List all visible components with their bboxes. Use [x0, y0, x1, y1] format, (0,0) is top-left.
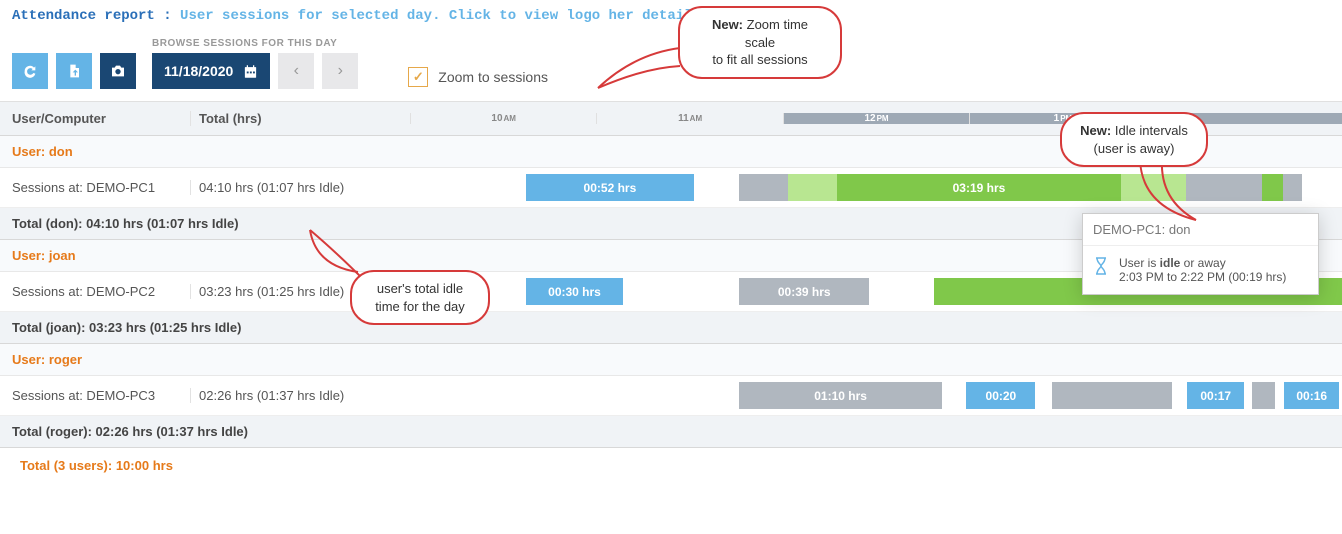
- date-picker-button[interactable]: 11/18/2020: [152, 53, 270, 89]
- hourglass-icon: [1093, 256, 1109, 284]
- hour-col: 11AM: [596, 113, 782, 124]
- user-header: User: roger: [0, 344, 1342, 376]
- session-bar[interactable]: 00:17: [1187, 382, 1244, 409]
- report-desc: User sessions for selected day. Click to…: [180, 8, 701, 24]
- refresh-button[interactable]: [12, 53, 48, 89]
- callout-zoom: New: Zoom time scale to fit all sessions: [678, 6, 842, 79]
- session-bar[interactable]: 00:30 hrs: [526, 278, 624, 305]
- session-computer: Sessions at: DEMO-PC1: [0, 180, 190, 195]
- zoom-label: Zoom to sessions: [438, 69, 548, 85]
- session-bar[interactable]: 00:16: [1284, 382, 1339, 409]
- next-day-button[interactable]: ›: [322, 53, 358, 89]
- session-bar[interactable]: [1283, 174, 1302, 201]
- refresh-icon: [22, 63, 38, 79]
- session-bar[interactable]: 01:10 hrs: [739, 382, 942, 409]
- screenshot-button[interactable]: [100, 53, 136, 89]
- check-icon: ✓: [413, 69, 424, 85]
- callout-idle: New: Idle intervals (user is away): [1060, 112, 1208, 167]
- hour-col: 12PM: [783, 113, 969, 124]
- callout-total: user's total idle time for the day: [350, 270, 490, 325]
- session-bar[interactable]: 00:20: [966, 382, 1035, 409]
- browse-label: BROWSE SESSIONS FOR THIS DAY: [152, 38, 358, 49]
- export-button[interactable]: [56, 53, 92, 89]
- user-total: Total (roger): 02:26 hrs (01:37 hrs Idle…: [0, 416, 1342, 448]
- grand-total: Total (3 users): 10:00 hrs: [0, 448, 1342, 483]
- session-total: 02:26 hrs (01:37 hrs Idle): [190, 388, 410, 403]
- tooltip-line1: User is idle or away: [1119, 256, 1286, 270]
- chevron-right-icon: ›: [338, 62, 343, 80]
- page-header: Attendance report : User sessions for se…: [0, 0, 1342, 32]
- session-bar[interactable]: [1262, 174, 1283, 201]
- col-total: Total (hrs): [190, 111, 410, 126]
- camera-icon: [110, 64, 126, 78]
- user-total: Total (joan): 03:23 hrs (01:25 hrs Idle): [0, 312, 1342, 344]
- session-timeline: 01:10 hrs 00:20 00:17 00:16: [410, 376, 1342, 415]
- session-computer: Sessions at: DEMO-PC2: [0, 284, 190, 299]
- session-bar[interactable]: 00:52 hrs: [526, 174, 695, 201]
- col-user: User/Computer: [0, 111, 190, 126]
- report-title: Attendance report :: [12, 8, 172, 24]
- file-export-icon: [66, 63, 82, 79]
- selected-date: 11/18/2020: [164, 63, 233, 79]
- session-bar[interactable]: [788, 174, 836, 201]
- session-computer: Sessions at: DEMO-PC3: [0, 388, 190, 403]
- session-bar[interactable]: [739, 174, 788, 201]
- session-bar[interactable]: 03:19 hrs: [837, 174, 1121, 201]
- tooltip-line2: 2:03 PM to 2:22 PM (00:19 hrs): [1119, 270, 1286, 284]
- zoom-checkbox[interactable]: ✓: [408, 67, 428, 87]
- chevron-left-icon: ‹: [294, 62, 299, 80]
- hour-col: 10AM: [410, 113, 596, 124]
- session-total: 04:10 hrs (01:07 hrs Idle): [190, 180, 410, 195]
- prev-day-button[interactable]: ‹: [278, 53, 314, 89]
- session-bar[interactable]: [1252, 382, 1275, 409]
- session-bar[interactable]: [1052, 382, 1172, 409]
- session-bar[interactable]: 00:39 hrs: [739, 278, 869, 305]
- session-row[interactable]: Sessions at: DEMO-PC302:26 hrs (01:37 hr…: [0, 376, 1342, 416]
- calendar-icon: [243, 64, 258, 79]
